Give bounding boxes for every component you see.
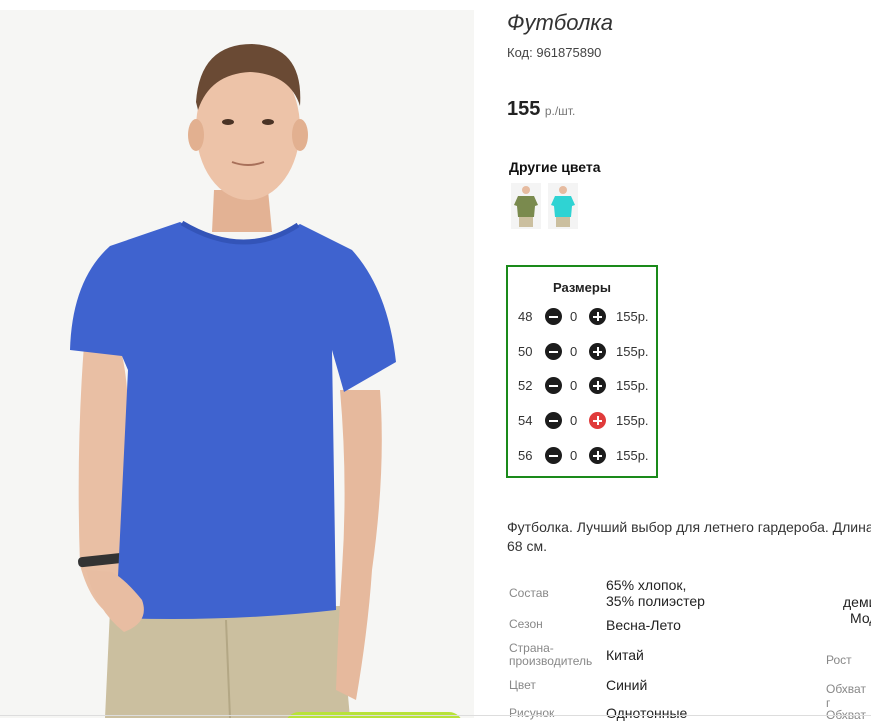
size-price: 155р. — [616, 344, 649, 359]
size-row-56: 56 0 155р. — [518, 446, 658, 466]
description-line-1: Футболка. Лучший выбор для летнего гарде… — [507, 519, 871, 535]
size-row-54: 54 0 155р. — [518, 411, 658, 431]
size-row-50: 50 0 155р. — [518, 342, 658, 362]
size-quantity: 0 — [570, 413, 578, 428]
attr-chest-label: Обхват г — [826, 682, 866, 710]
size-label: 54 — [518, 413, 533, 428]
sizes-title: Размеры — [553, 280, 611, 295]
minus-circle-icon[interactable] — [545, 377, 562, 394]
product-description: Футболка. Лучший выбор для летнего гарде… — [507, 518, 871, 556]
color-swatch-turquoise[interactable] — [548, 183, 578, 229]
size-price: 155р. — [616, 378, 649, 393]
composition-line-2: 35% полиэстер — [606, 593, 705, 609]
minus-circle-icon[interactable] — [545, 308, 562, 325]
sizes-panel: Размеры 48 0 155р. 50 0 155р. 52 0 155р.… — [506, 265, 658, 478]
plus-circle-icon[interactable] — [589, 343, 606, 360]
attr-right-value-2: Мод — [850, 610, 871, 626]
minus-circle-icon[interactable] — [545, 343, 562, 360]
attr-season-value: Весна-Лето — [606, 617, 681, 633]
size-price: 155р. — [616, 413, 649, 428]
size-quantity: 0 — [570, 344, 578, 359]
other-colors-title: Другие цвета — [509, 159, 601, 175]
attr-right-value-1: деми — [843, 594, 871, 610]
attr-country-value: Китай — [606, 647, 644, 663]
price-unit: р./шт. — [544, 104, 576, 118]
product-photo[interactable] — [0, 10, 474, 718]
attr-composition-label: Состав — [509, 586, 549, 600]
plus-circle-icon[interactable] — [589, 412, 606, 429]
size-row-48: 48 0 155р. — [518, 307, 658, 327]
size-quantity: 0 — [570, 309, 578, 324]
attr-composition-value: 65% хлопок, 35% полиэстер — [606, 577, 705, 609]
country-label-line-2: производитель — [509, 654, 593, 668]
price-value: 155 — [507, 98, 541, 120]
size-quantity: 0 — [570, 448, 578, 463]
attr-color-value: Синий — [606, 677, 648, 693]
minus-circle-icon[interactable] — [545, 412, 562, 429]
description-line-2: 68 см. — [507, 538, 547, 554]
composition-line-1: 65% хлопок, — [606, 577, 687, 593]
plus-circle-icon[interactable] — [589, 308, 606, 325]
attr-height-label: Рост — [826, 653, 852, 667]
size-label: 48 — [518, 309, 533, 324]
size-quantity: 0 — [570, 378, 578, 393]
product-photo-illustration — [0, 10, 474, 718]
size-label: 50 — [518, 344, 533, 359]
attr-pattern-value: Однотонные — [606, 705, 688, 721]
product-code: Код: 961875890 — [507, 45, 601, 60]
product-price: 155 р./шт. — [507, 98, 575, 121]
size-label: 52 — [518, 378, 533, 393]
product-code-value: 961875890 — [536, 45, 602, 60]
product-code-label: Код: — [507, 45, 533, 60]
size-label: 56 — [518, 448, 533, 463]
attr-pattern-label: Рисунок — [509, 706, 555, 720]
size-price: 155р. — [616, 448, 649, 463]
attr-color-label: Цвет — [509, 678, 536, 692]
attr-country-label: Страна- производитель — [509, 642, 592, 668]
product-title: Футболка — [507, 10, 613, 35]
bottom-divider — [0, 715, 871, 716]
turquoise-shirt-thumbnail — [551, 186, 575, 227]
attr-season-label: Сезон — [509, 617, 543, 631]
size-row-52: 52 0 155р. — [518, 376, 658, 396]
minus-circle-icon[interactable] — [545, 447, 562, 464]
plus-circle-icon[interactable] — [589, 447, 606, 464]
plus-circle-icon[interactable] — [589, 377, 606, 394]
color-swatch-olive[interactable] — [511, 183, 541, 229]
olive-shirt-thumbnail — [514, 186, 538, 227]
size-price: 155р. — [616, 309, 649, 324]
